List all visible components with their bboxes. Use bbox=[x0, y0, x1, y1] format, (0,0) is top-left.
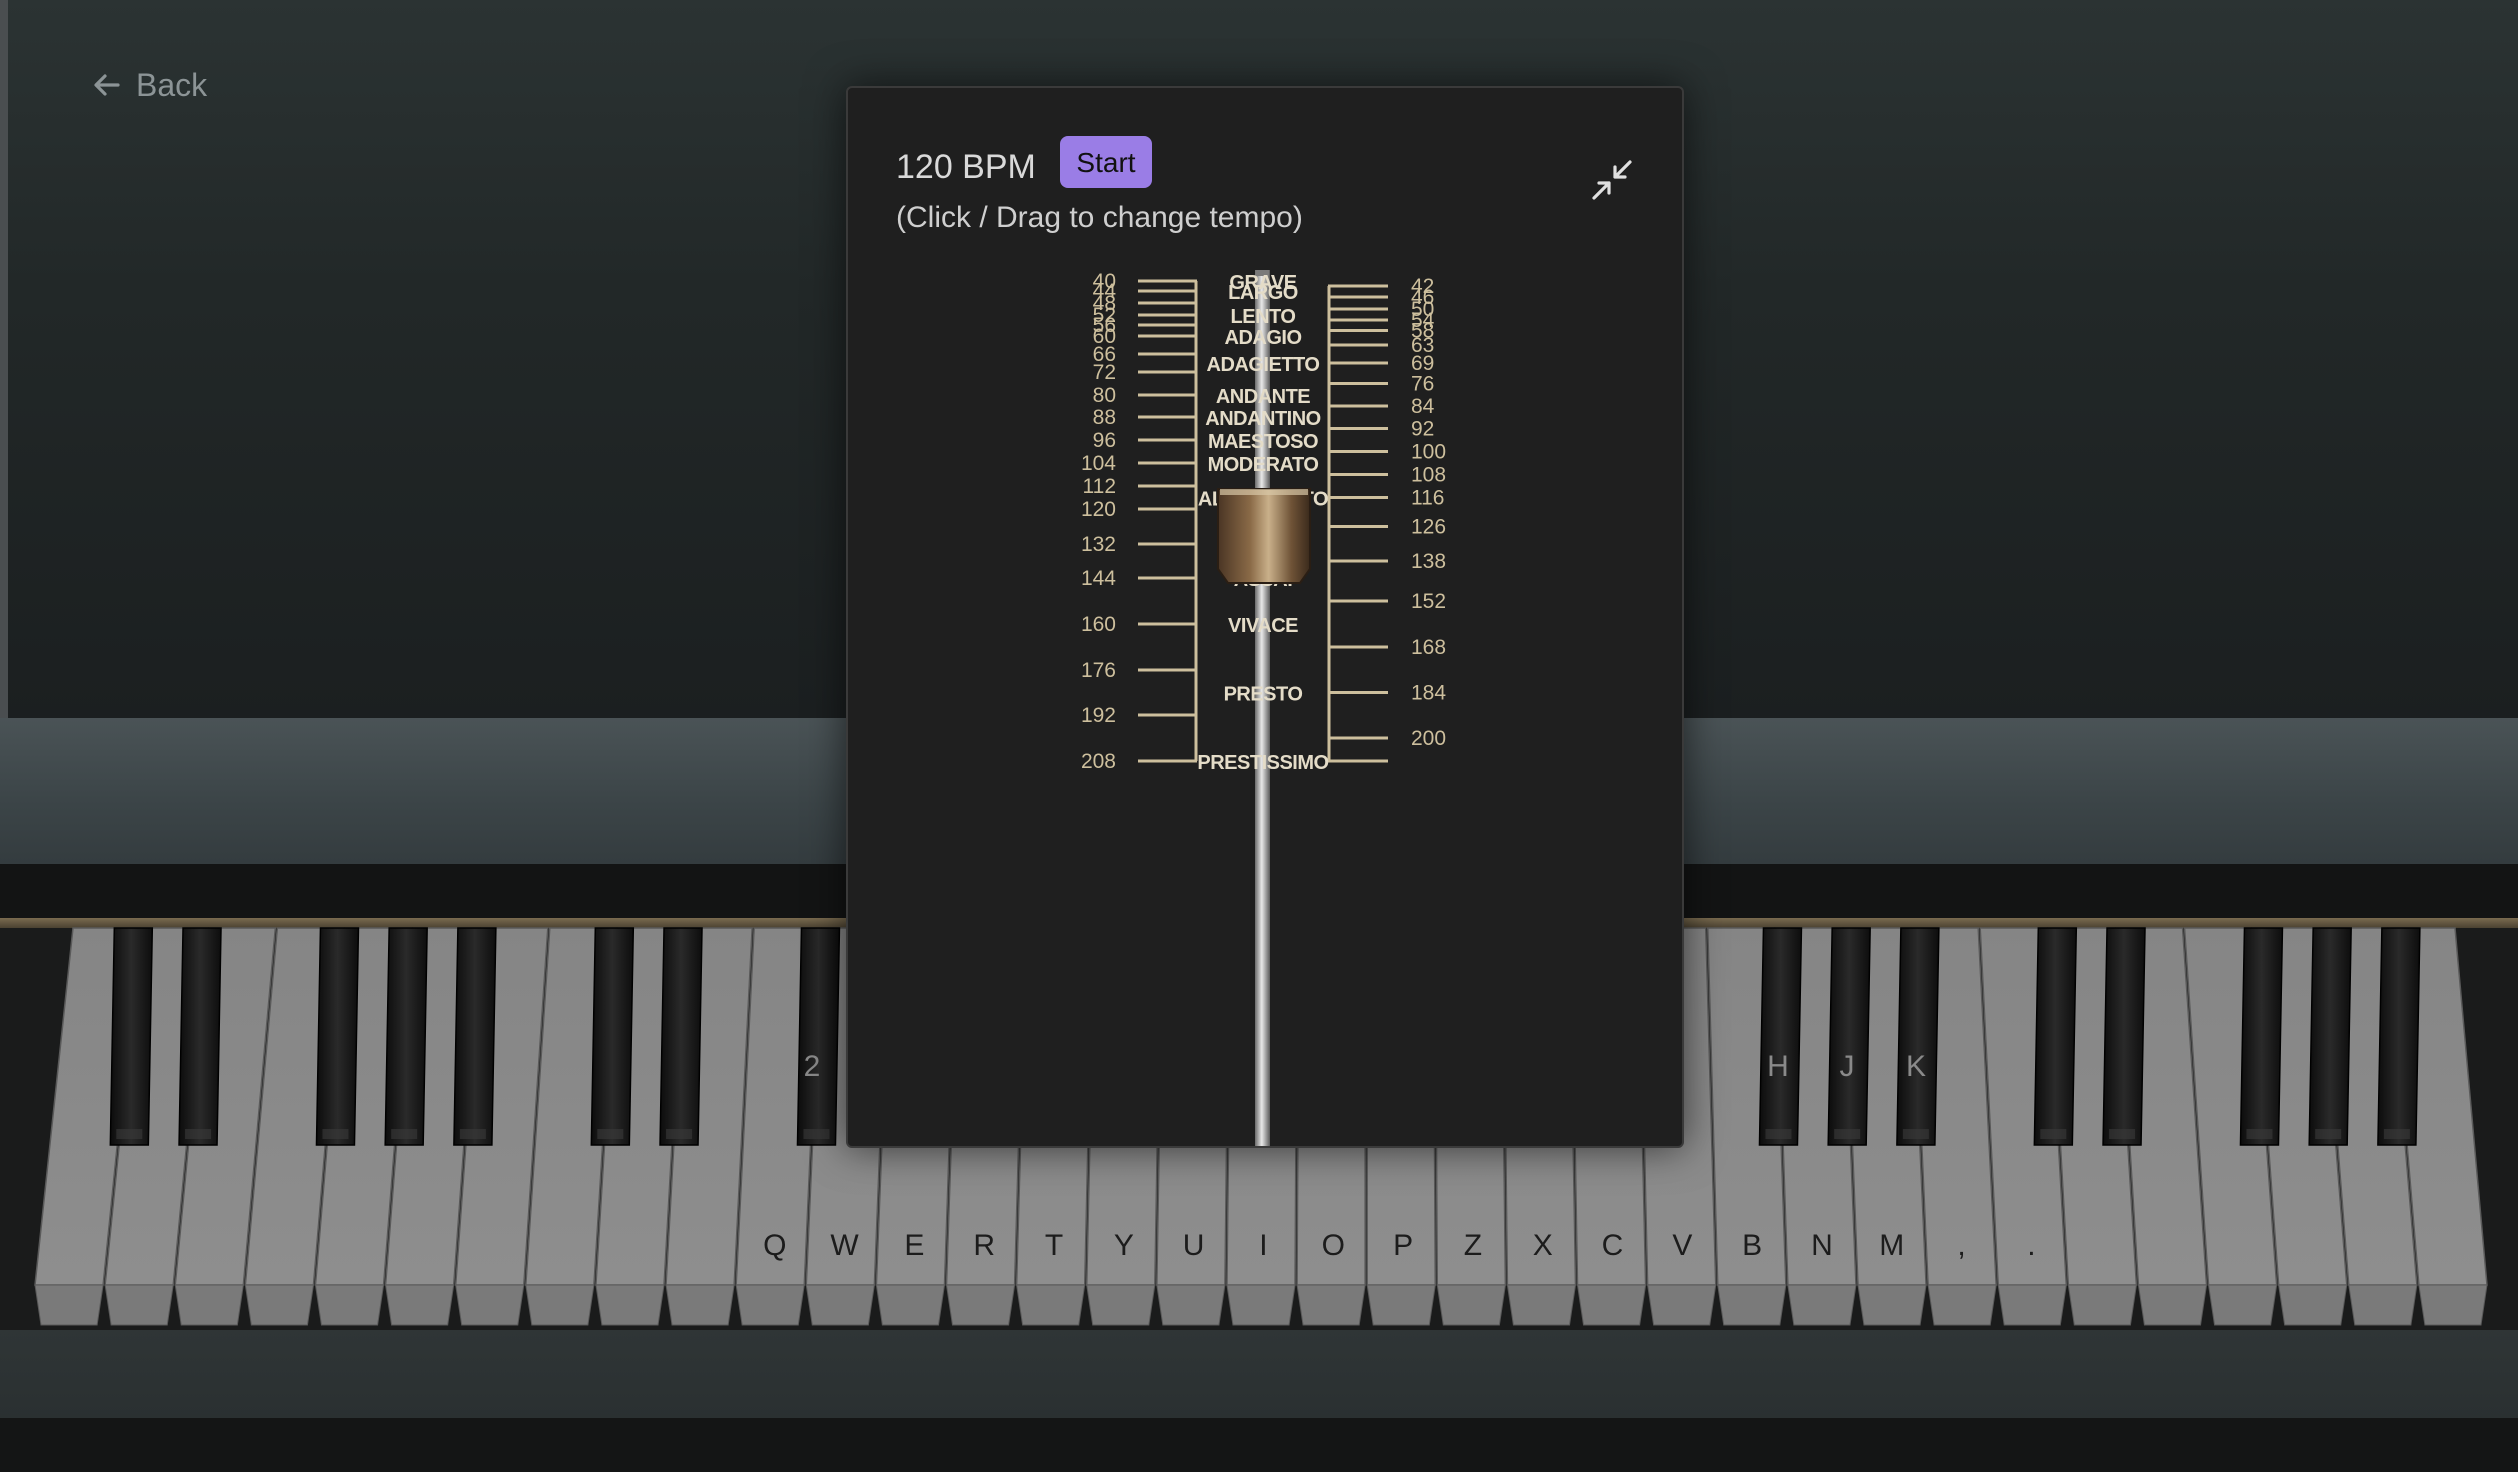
white-key-label: C bbox=[1602, 1229, 1624, 1262]
arrow-left-icon bbox=[94, 74, 120, 96]
right-scale-label: 168 bbox=[1411, 636, 1446, 659]
right-scale-label: 108 bbox=[1411, 464, 1446, 487]
black-key[interactable] bbox=[1758, 927, 1803, 1146]
right-scale-label: 200 bbox=[1411, 727, 1446, 750]
tempo-marking: PRESTISSIMO bbox=[1197, 752, 1328, 774]
black-key[interactable] bbox=[2102, 927, 2146, 1146]
black-key[interactable] bbox=[1827, 927, 1871, 1146]
left-scale-label: 192 bbox=[1081, 704, 1116, 727]
right-scale-label: 116 bbox=[1411, 487, 1444, 510]
white-key-label: X bbox=[1533, 1229, 1553, 1262]
white-key-label: P bbox=[1393, 1229, 1413, 1262]
black-key[interactable] bbox=[384, 927, 428, 1146]
left-scale-label: 160 bbox=[1081, 613, 1116, 636]
white-key-label: U bbox=[1183, 1229, 1205, 1262]
right-scale-label: 184 bbox=[1411, 682, 1446, 705]
left-scale-label: 144 bbox=[1081, 567, 1116, 590]
white-key-label: Z bbox=[1464, 1229, 1482, 1262]
black-key[interactable] bbox=[2239, 927, 2284, 1146]
white-key-label: I bbox=[1259, 1229, 1267, 1262]
left-scale-label: 80 bbox=[1093, 384, 1116, 407]
white-key-label: N bbox=[1811, 1229, 1833, 1262]
black-key[interactable] bbox=[315, 927, 360, 1146]
tempo-marking: MAESTOSO bbox=[1208, 431, 1318, 453]
tempo-marking: ANDANTE bbox=[1216, 386, 1310, 408]
black-key-label: K bbox=[1906, 1050, 1926, 1083]
tempo-marking: LARGO bbox=[1228, 282, 1298, 304]
left-scale-label: 176 bbox=[1081, 659, 1116, 682]
white-key-label: V bbox=[1672, 1229, 1692, 1262]
right-scale-label: 76 bbox=[1411, 373, 1434, 396]
black-key[interactable] bbox=[1896, 927, 1940, 1146]
white-key-label: M bbox=[1879, 1229, 1904, 1262]
left-scale-label: 104 bbox=[1081, 452, 1116, 475]
left-scale-label: 96 bbox=[1093, 429, 1116, 452]
white-key-label: O bbox=[1322, 1229, 1345, 1262]
right-scale-label: 138 bbox=[1411, 550, 1446, 573]
left-scale-label: 72 bbox=[1093, 361, 1116, 384]
back-label: Back bbox=[136, 66, 208, 103]
pendulum-weight[interactable] bbox=[1217, 488, 1311, 584]
tempo-marking: ANDANTINO bbox=[1205, 408, 1321, 430]
right-scale-label: 100 bbox=[1411, 441, 1446, 464]
black-key[interactable] bbox=[590, 927, 635, 1146]
tempo-marking: PRESTO bbox=[1224, 684, 1303, 706]
left-scale-label: 132 bbox=[1081, 533, 1116, 556]
white-key-label: W bbox=[830, 1229, 859, 1262]
white-key-label: . bbox=[2027, 1229, 2035, 1262]
tempo-marking: ADAGIETTO bbox=[1207, 354, 1320, 376]
metronome-panel: 120 BPM Start (Click / Drag to change te… bbox=[846, 86, 1684, 1148]
black-key[interactable] bbox=[2377, 927, 2421, 1146]
black-key[interactable] bbox=[2033, 927, 2078, 1146]
right-scale-label: 84 bbox=[1411, 395, 1435, 418]
left-scale-label: 208 bbox=[1081, 750, 1116, 773]
tempo-marking: MODERATO bbox=[1208, 454, 1319, 476]
white-key-label: Q bbox=[763, 1229, 786, 1262]
tempo-marking: LENTO bbox=[1231, 306, 1296, 328]
right-scale-label: 92 bbox=[1411, 418, 1434, 441]
white-key-label: Y bbox=[1114, 1229, 1134, 1262]
left-scale-label: 88 bbox=[1093, 406, 1116, 429]
back-button[interactable]: Back bbox=[90, 62, 207, 108]
right-scale-label: 126 bbox=[1411, 516, 1446, 539]
black-key-label: H bbox=[1767, 1050, 1789, 1083]
tempo-scale[interactable]: 4044485256606672808896104112120132144160… bbox=[848, 88, 1682, 1146]
left-scale-label: 120 bbox=[1081, 498, 1116, 521]
right-scale-label: 152 bbox=[1411, 590, 1446, 613]
black-key[interactable] bbox=[796, 927, 841, 1146]
black-key[interactable] bbox=[178, 927, 222, 1146]
black-key-label: J bbox=[1840, 1050, 1855, 1083]
tempo-marking: ADAGIO bbox=[1225, 327, 1302, 349]
white-key-label: R bbox=[973, 1229, 995, 1262]
left-scale-label: 112 bbox=[1083, 475, 1116, 498]
black-key[interactable] bbox=[2308, 927, 2352, 1146]
white-key-label: B bbox=[1742, 1229, 1762, 1262]
black-key[interactable] bbox=[659, 927, 703, 1146]
white-key-label: E bbox=[904, 1229, 924, 1262]
white-key-label: , bbox=[1957, 1229, 1965, 1262]
black-key-label: 2 bbox=[804, 1050, 821, 1083]
black-key[interactable] bbox=[453, 927, 497, 1146]
tempo-marking: VIVACE bbox=[1228, 615, 1298, 637]
white-key-label: T bbox=[1045, 1229, 1063, 1262]
black-key[interactable] bbox=[109, 927, 154, 1146]
